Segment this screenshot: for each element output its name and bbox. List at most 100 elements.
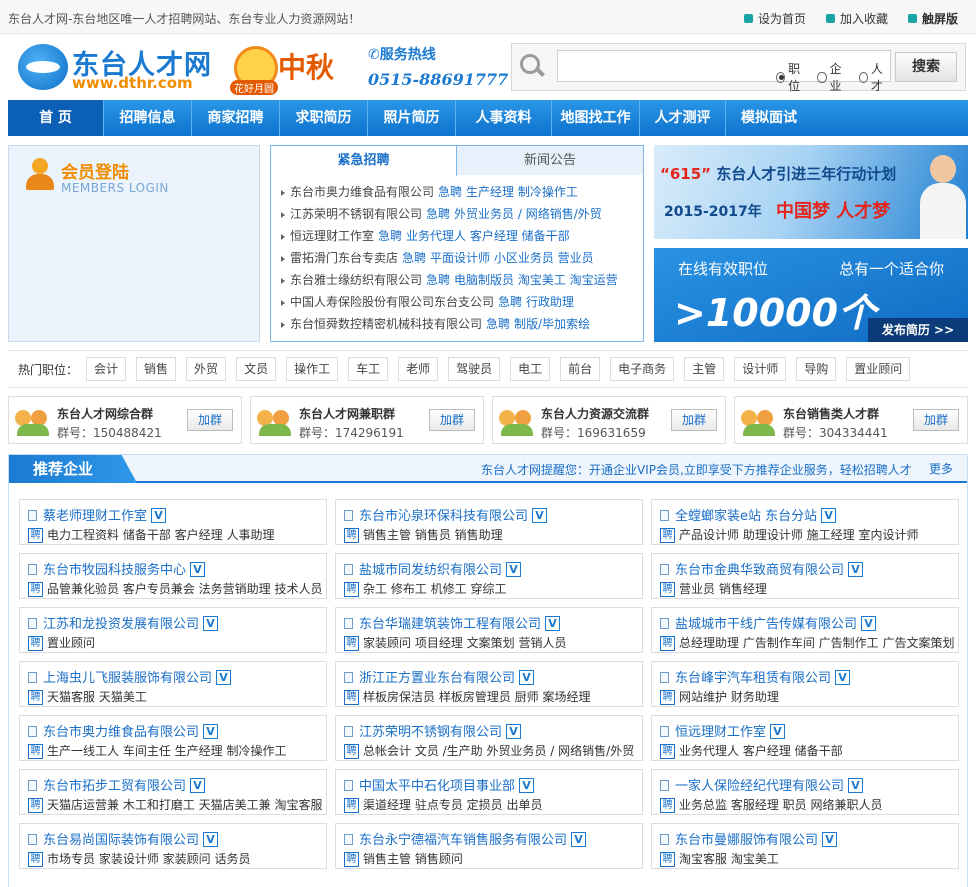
nav-merchant-jobs[interactable]: 商家招聘: [192, 100, 280, 136]
job-positions[interactable]: 平面设计师 小区业务员 营业员: [430, 251, 594, 265]
hot-job-tag[interactable]: 会计: [86, 357, 127, 381]
company-card[interactable]: 东台市拓步工贸有限公司 V 聘天猫店运营兼 木工和打磨工 天猫店美工兼 淘宝客服: [19, 769, 327, 815]
company-jobs[interactable]: 置业顾问: [47, 636, 95, 650]
job-company[interactable]: 东台雅士缘纺织有限公司: [290, 273, 422, 287]
company-card[interactable]: 浙江正方置业东台有限公司 V 聘样板房保洁员 样板房管理员 厨师 案场经理: [335, 661, 643, 707]
radio-talent[interactable]: 人才: [858, 60, 890, 94]
hot-job-tag[interactable]: 驾驶员: [448, 357, 501, 381]
company-name[interactable]: 东台市沁泉环保科技有限公司: [359, 509, 528, 524]
company-jobs[interactable]: 总经理助理 广告制作车间 广告制作工 广告文案策划: [679, 636, 954, 650]
job-company[interactable]: 东台恒舜数控精密机械科技有限公司: [290, 317, 482, 331]
tab-news[interactable]: 新闻公告: [457, 146, 643, 175]
urgent-job-row[interactable]: 东台市奥力维食品有限公司 急聘 生产经理 制冷操作工: [281, 181, 631, 203]
company-name[interactable]: 蔡老师理财工作室: [43, 509, 147, 524]
company-card[interactable]: 东台华瑞建筑装饰工程有限公司 V 聘家装顾问 项目经理 文案策划 营销人员: [335, 607, 643, 653]
urgent-job-row[interactable]: 东台恒舜数控精密机械科技有限公司 急聘 制版/毕加索绘: [281, 313, 631, 335]
company-card[interactable]: 东台市牧园科技服务中心 V 聘品管兼化验员 客户专员兼会 法务营销助理 技术人员: [19, 553, 327, 599]
company-name[interactable]: 东台华瑞建筑装饰工程有限公司: [359, 617, 541, 632]
company-name[interactable]: 盐城城市干线广告传媒有限公司: [675, 617, 857, 632]
nav-talent-assessment[interactable]: 人才测评: [640, 100, 726, 136]
nav-mock-interview[interactable]: 模拟面试: [726, 100, 812, 136]
company-card[interactable]: 东台易尚国际装饰有限公司 V 聘市场专员 家装设计师 家装顾问 话务员: [19, 823, 327, 869]
urgent-job-row[interactable]: 东台雅士缘纺织有限公司 急聘 电脑制版员 淘宝美工 淘宝运营: [281, 269, 631, 291]
company-jobs[interactable]: 样板房保洁员 样板房管理员 厨师 案场经理: [363, 690, 590, 704]
company-name[interactable]: 东台易尚国际装饰有限公司: [43, 833, 199, 848]
urgent-job-row[interactable]: 中国人寿保险股份有限公司东台支公司 急聘 行政助理: [281, 291, 631, 313]
company-card[interactable]: 东台市沁泉环保科技有限公司 V 聘销售主管 销售员 销售助理: [335, 499, 643, 545]
company-jobs[interactable]: 渠道经理 驻点专员 定损员 出单员: [363, 798, 542, 812]
company-jobs[interactable]: 总帐会计 文员 /生产助 外贸业务员 / 网络销售/外贸: [363, 744, 634, 758]
company-card[interactable]: 东台永宁德福汽车销售服务有限公司 V 聘销售主管 销售顾问: [335, 823, 643, 869]
urgent-job-row[interactable]: 恒远理财工作室 急聘 业务代理人 客户经理 储备干部: [281, 225, 631, 247]
company-name[interactable]: 东台市奥力维食品有限公司: [43, 725, 199, 740]
join-group-button[interactable]: 加群: [429, 409, 475, 431]
company-jobs[interactable]: 天猫客服 天猫美工: [47, 690, 147, 704]
add-favorite-link[interactable]: 加入收藏: [825, 10, 888, 27]
company-name[interactable]: 上海虫儿飞服装服饰有限公司: [43, 671, 212, 686]
company-jobs[interactable]: 家装顾问 项目经理 文案策划 营销人员: [363, 636, 566, 650]
company-card[interactable]: 东台市金典华致商贸有限公司 V 聘营业员 销售经理: [651, 553, 959, 599]
job-positions[interactable]: 制版/毕加索绘: [514, 317, 590, 331]
nav-photo-resumes[interactable]: 照片简历: [368, 100, 456, 136]
join-group-button[interactable]: 加群: [913, 409, 959, 431]
company-card[interactable]: 东台市奥力维食品有限公司 V 聘生产一线工人 车间主任 生产经理 制冷操作工: [19, 715, 327, 761]
company-jobs[interactable]: 营业员 销售经理: [679, 582, 767, 596]
company-name[interactable]: 盐城市同发纺织有限公司: [359, 563, 502, 578]
job-positions[interactable]: 业务代理人 客户经理 储备干部: [406, 229, 570, 243]
job-company[interactable]: 江苏荣明不锈钢有限公司: [290, 207, 422, 221]
company-name[interactable]: 东台峰宇汽车租赁有限公司: [675, 671, 831, 686]
tab-urgent-jobs[interactable]: 紧急招聘: [271, 146, 457, 176]
search-input[interactable]: 职位 企业 人才: [557, 50, 891, 93]
hot-job-tag[interactable]: 文员: [236, 357, 277, 381]
company-name[interactable]: 江苏荣明不锈钢有限公司: [359, 725, 502, 740]
hot-job-tag[interactable]: 操作工: [286, 357, 339, 381]
site-logo[interactable]: 东台人才网 www.dthr.com: [18, 42, 218, 92]
set-homepage-link[interactable]: 设为首页: [743, 10, 806, 27]
job-positions[interactable]: 外贸业务员 / 网络销售/外贸: [454, 207, 602, 221]
urgent-job-row[interactable]: 江苏荣明不锈钢有限公司 急聘 外贸业务员 / 网络销售/外贸: [281, 203, 631, 225]
job-company[interactable]: 雷拓滑门东台专卖店: [290, 251, 398, 265]
talent-plan-banner[interactable]: “615” 东台人才引进三年行动计划 2015-2017年 中国梦 人才梦: [654, 145, 968, 239]
company-jobs[interactable]: 销售主管 销售员 销售助理: [363, 528, 503, 542]
job-company[interactable]: 中国人寿保险股份有限公司东台支公司: [290, 295, 494, 309]
company-jobs[interactable]: 淘宝客服 淘宝美工: [679, 852, 779, 866]
company-card[interactable]: 蔡老师理财工作室 V 聘电力工程资料 储备干部 客户经理 人事助理: [19, 499, 327, 545]
job-positions[interactable]: 电脑制版员 淘宝美工 淘宝运营: [454, 273, 618, 287]
company-name[interactable]: 浙江正方置业东台有限公司: [359, 671, 515, 686]
hot-job-tag[interactable]: 设计师: [734, 357, 787, 381]
radio-company[interactable]: 企业: [817, 60, 848, 94]
company-jobs[interactable]: 生产一线工人 车间主任 生产经理 制冷操作工: [47, 744, 286, 758]
touch-version-link[interactable]: 触屏版: [907, 10, 958, 27]
company-jobs[interactable]: 品管兼化验员 客户专员兼会 法务营销助理 技术人员: [47, 582, 322, 596]
company-jobs[interactable]: 电力工程资料 储备干部 客户经理 人事助理: [47, 528, 274, 542]
company-card[interactable]: 上海虫儿飞服装服饰有限公司 V 聘天猫客服 天猫美工: [19, 661, 327, 707]
hot-job-tag[interactable]: 置业顾问: [846, 357, 911, 381]
job-company[interactable]: 东台市奥力维食品有限公司: [290, 185, 434, 199]
company-card[interactable]: 全螳螂家装e站 东台分站 V 聘产品设计师 助理设计师 施工经理 室内设计师: [651, 499, 959, 545]
job-positions[interactable]: 行政助理: [526, 295, 574, 309]
job-company[interactable]: 恒远理财工作室: [290, 229, 374, 243]
hot-job-tag[interactable]: 电子商务: [610, 357, 675, 381]
company-jobs[interactable]: 天猫店运营兼 木工和打磨工 天猫店美工兼 淘宝客服: [47, 798, 322, 812]
company-name[interactable]: 恒远理财工作室: [675, 725, 766, 740]
hot-job-tag[interactable]: 外贸: [186, 357, 227, 381]
company-card[interactable]: 盐城市同发纺织有限公司 V 聘杂工 修布工 机修工 穿综工: [335, 553, 643, 599]
company-name[interactable]: 东台市金典华致商贸有限公司: [675, 563, 844, 578]
join-group-button[interactable]: 加群: [187, 409, 233, 431]
nav-map-jobs[interactable]: 地图找工作: [552, 100, 640, 136]
vip-notice[interactable]: 东台人才网提醒您：开通企业VIP会员,立即享受下方推荐企业服务，轻松招聘人才: [481, 461, 912, 478]
company-jobs[interactable]: 杂工 修布工 机修工 穿综工: [363, 582, 506, 596]
hot-job-tag[interactable]: 导购: [796, 357, 837, 381]
company-card[interactable]: 东台峰宇汽车租赁有限公司 V 聘网站维护 财务助理: [651, 661, 959, 707]
radio-position[interactable]: 职位: [776, 60, 807, 94]
company-jobs[interactable]: 市场专员 家装设计师 家装顾问 话务员: [47, 852, 250, 866]
post-resume-button[interactable]: 发布简历 >>: [868, 318, 968, 342]
company-name[interactable]: 中国太平中石化项目事业部: [359, 779, 515, 794]
hot-job-tag[interactable]: 销售: [136, 357, 177, 381]
company-card[interactable]: 一家人保险经纪代理有限公司 V 聘业务总监 客服经理 职员 网络兼职人员: [651, 769, 959, 815]
company-card[interactable]: 江苏和龙投资发展有限公司 V 聘置业顾问: [19, 607, 327, 653]
hot-job-tag[interactable]: 老师: [398, 357, 439, 381]
search-button[interactable]: 搜索: [895, 52, 957, 82]
nav-resumes[interactable]: 求职简历: [280, 100, 368, 136]
more-link[interactable]: 更多: [929, 460, 953, 477]
